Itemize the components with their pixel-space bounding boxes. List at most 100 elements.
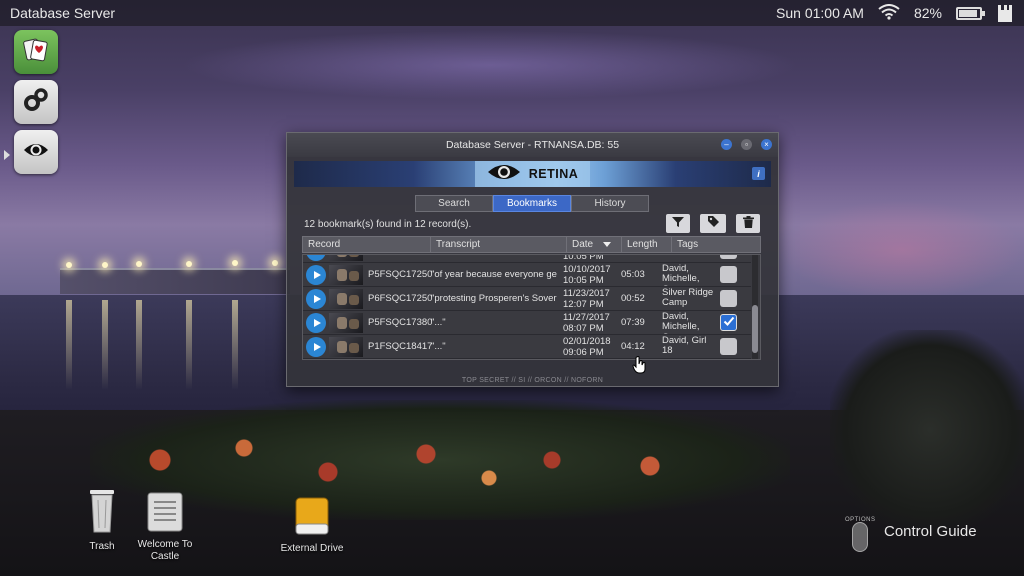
tab-history[interactable]: History: [571, 195, 649, 212]
video-thumbnail: [329, 255, 363, 261]
desktop-trash-label: Trash: [89, 541, 115, 552]
desktop-welcome-document[interactable]: Welcome To Castle: [134, 492, 196, 563]
bookmark-toolbar: [666, 214, 760, 233]
checkmark-icon: [723, 315, 735, 330]
options-button-icon: [852, 522, 868, 552]
bookmark-list[interactable]: 10:05 PM P5FSQC17250 "of year because ev…: [302, 254, 761, 360]
external-drive-icon: [293, 496, 331, 539]
row-date: 02/01/2018 09:06 PM: [563, 335, 611, 358]
table-row[interactable]: P5FSQC17380 "..." 11/27/2017 08:07 PM 07:…: [303, 311, 751, 335]
classification-footer: TOP SECRET // SI // ORCON // NOFORN: [461, 377, 604, 384]
retina-logo-text: RETINA: [528, 167, 579, 181]
desktop-external-drive[interactable]: External Drive: [276, 496, 348, 555]
eye-icon: [21, 135, 51, 170]
control-guide-label: Control Guide: [884, 523, 977, 540]
row-tags: Silver Ridge Camp: [662, 287, 714, 308]
maximize-button[interactable]: ▫: [741, 139, 752, 150]
window-title: Database Server - RTNANSA.DB: 55: [445, 139, 620, 151]
tab-bar: Search Bookmarks History: [415, 195, 649, 212]
window-titlebar[interactable]: Database Server - RTNANSA.DB: 55 – ▫ ×: [287, 133, 778, 157]
tab-bookmarks[interactable]: Bookmarks: [493, 195, 571, 212]
bookmark-checkbox[interactable]: [720, 266, 737, 283]
info-icon[interactable]: i: [752, 167, 765, 180]
battery-percent: 82%: [913, 5, 942, 21]
row-record-id: P5FSQC17250: [368, 269, 433, 280]
date-header-label: Date: [572, 239, 594, 250]
row-length: 00:52: [621, 293, 645, 304]
desktop-welcome-label: Welcome To Castle: [137, 539, 193, 562]
row-transcript: "protesting Prosperen's Sovereig: [431, 293, 557, 304]
column-header-date[interactable]: Date: [567, 237, 622, 252]
wifi-icon[interactable]: [878, 3, 900, 23]
close-button[interactable]: ×: [761, 139, 772, 150]
database-server-window: Database Server - RTNANSA.DB: 55 – ▫ × R…: [286, 132, 779, 387]
play-icon[interactable]: [306, 288, 326, 309]
tab-search[interactable]: Search: [415, 195, 493, 212]
list-scrollbar-thumb[interactable]: [752, 305, 758, 353]
row-record-id: P5FSQC17380: [368, 317, 433, 328]
play-icon[interactable]: [306, 336, 326, 357]
bookmark-checkbox[interactable]: [720, 255, 737, 259]
row-record-id: P6FSQC17250: [368, 293, 433, 304]
trash-icon: [742, 215, 754, 233]
filter-icon: [672, 215, 684, 233]
document-icon: [146, 492, 184, 535]
row-date: 11/23/2017 12:07 PM: [563, 287, 610, 310]
playing-cards-icon: [21, 35, 51, 70]
solitaire-app-button[interactable]: [14, 30, 58, 74]
table-row[interactable]: P5FSQC17250 "of year because everyone ge…: [303, 263, 751, 287]
table-row[interactable]: P6FSQC17250 "protesting Prosperen's Sove…: [303, 287, 751, 311]
desktop-drive-label: External Drive: [280, 543, 344, 554]
video-thumbnail: [329, 336, 363, 357]
app-dock: [0, 26, 70, 576]
column-header-length[interactable]: Length: [622, 237, 672, 252]
table-row[interactable]: P1FSQC18417 "..." 02/01/2018 09:06 PM 04:…: [303, 335, 751, 359]
desktop-trash[interactable]: Trash: [80, 486, 124, 553]
row-transcript: "...": [431, 341, 446, 352]
delete-button[interactable]: [736, 214, 760, 233]
castle-icon[interactable]: [996, 4, 1014, 22]
column-header-transcript[interactable]: Transcript: [431, 237, 567, 252]
control-guide[interactable]: OPTIONS Control Guide: [845, 508, 977, 552]
tag-button[interactable]: [700, 214, 726, 233]
video-thumbnail: [329, 264, 363, 285]
column-header-tags[interactable]: Tags: [672, 237, 760, 252]
retina-banner: RETINA i: [294, 161, 771, 187]
tag-icon: [707, 215, 720, 233]
bookmark-summary: 12 bookmark(s) found in 12 record(s).: [304, 219, 472, 230]
play-icon[interactable]: [306, 264, 326, 285]
minimize-button[interactable]: –: [721, 139, 732, 150]
row-date: 11/27/2017 08:07 PM: [563, 311, 610, 334]
trash-can-icon: [87, 486, 117, 537]
row-length: 05:03: [621, 269, 645, 280]
video-thumbnail: [329, 312, 363, 333]
row-date: 10:05 PM: [563, 254, 604, 262]
row-date: 10/10/2017 10:05 PM: [563, 263, 611, 286]
active-app-name: Database Server: [10, 5, 116, 21]
row-length: 07:39: [621, 317, 645, 328]
settings-app-button[interactable]: [14, 80, 58, 124]
row-transcript: "of year because everyone gets a: [431, 269, 557, 280]
bookmark-checkbox[interactable]: [720, 338, 737, 355]
top-bar: Database Server Sun 01:00 AM 82%: [0, 0, 1024, 26]
play-icon[interactable]: [306, 312, 326, 333]
play-icon[interactable]: [306, 255, 326, 261]
column-header-record[interactable]: Record: [303, 237, 431, 252]
bookmark-checkbox-checked[interactable]: [720, 314, 737, 331]
active-app-indicator: [4, 150, 10, 160]
hand-cursor-icon: [632, 356, 648, 379]
table-header: Record Transcript Date Length Tags: [302, 236, 761, 253]
row-transcript: "...": [431, 317, 446, 328]
filter-button[interactable]: [666, 214, 690, 233]
video-thumbnail: [329, 288, 363, 309]
bookmark-checkbox[interactable]: [720, 290, 737, 307]
retina-eye-icon: [487, 162, 521, 187]
retina-app-button[interactable]: [14, 130, 58, 174]
row-tags: David, Michelle, Cam: [662, 311, 700, 334]
clock[interactable]: Sun 01:00 AM: [776, 5, 864, 21]
battery-icon[interactable]: [956, 6, 985, 20]
row-record-id: P1FSQC18417: [368, 341, 433, 352]
row-tags: David, Michelle, Cam: [662, 263, 700, 286]
table-row[interactable]: 10:05 PM: [303, 254, 751, 263]
sort-descending-icon: [603, 242, 612, 247]
